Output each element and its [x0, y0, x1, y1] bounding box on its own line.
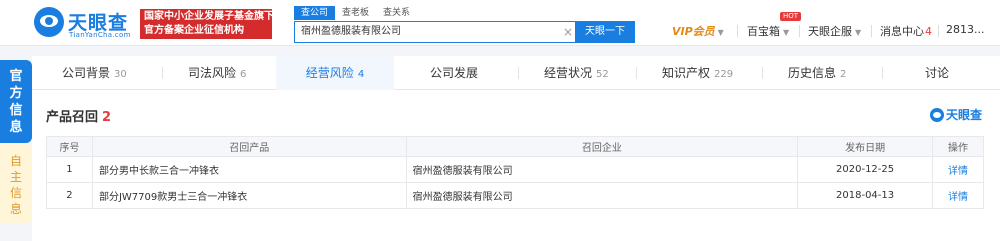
table-row: 2 部分JW7709款男士三合一冲锋衣 宿州盈德服装有限公司 2018-04-1… [46, 182, 984, 209]
table-row: 1 部分男中长款三合一冲锋衣 宿州盈德服装有限公司 2020-12-25 详情 [46, 156, 984, 183]
banner-line-2: 官方备案企业征信机构 [144, 25, 244, 36]
message-count-badge: 4 [925, 25, 932, 38]
site-logo[interactable]: 天眼查 TianYanCha.com [34, 7, 134, 39]
column-header-enterprise: 召回企业 [405, 136, 799, 157]
brand-watermark: 天眼查 [929, 104, 982, 122]
tab-count: 229 [714, 69, 734, 80]
tab-divider [762, 67, 763, 79]
tab-divider [518, 67, 519, 79]
logo-url: TianYanCha.com [69, 31, 131, 39]
tab-label: 讨论 [925, 66, 950, 80]
side-tab-self-info[interactable]: 自主信息 [0, 143, 32, 223]
column-header-no: 序号 [46, 136, 93, 157]
tab-count: 2 [840, 69, 847, 80]
cell-no: 1 [46, 156, 93, 183]
tab-label: 司法风险 [188, 66, 237, 80]
qiye-service-menu[interactable]: 天眼企服 ▼ [808, 23, 861, 39]
tab-operating-risk[interactable]: 经营风险 4 [276, 56, 394, 90]
tab-label: 经营风险 [305, 66, 354, 80]
section-title: 产品召回 2 [46, 106, 111, 125]
column-header-date: 发布日期 [797, 136, 934, 157]
search-tab-boss[interactable]: 查老板 [335, 6, 376, 20]
nav-divider [938, 25, 939, 37]
cell-product: 部分JW7709款男士三合一冲锋衣 [91, 182, 407, 209]
section-count: 2 [102, 110, 112, 125]
nav-divider [799, 25, 800, 37]
search-button[interactable]: 天眼一下 [575, 21, 635, 43]
clear-icon[interactable]: × [561, 24, 575, 40]
search-tab-company[interactable]: 查公司 [294, 6, 336, 20]
search-tab-relation[interactable]: 查关系 [376, 6, 417, 20]
tab-intellectual-property[interactable]: 知识产权 229 [662, 56, 733, 90]
detail-link[interactable]: 详情 [948, 166, 968, 177]
tab-label: 公司背景 [62, 66, 111, 80]
tab-company-background[interactable]: 公司背景 30 [62, 56, 127, 90]
brand-text: 天眼查 [945, 108, 982, 122]
cell-no: 2 [46, 182, 93, 209]
table-header-row: 序号 召回产品 召回企业 发布日期 操作 [46, 136, 984, 157]
qiye-label: 天眼企服 [808, 25, 852, 38]
cell-product: 部分男中长款三合一冲锋衣 [91, 156, 407, 183]
message-label: 消息中心 [880, 25, 924, 38]
user-account-menu[interactable]: 2813... [946, 23, 984, 36]
tab-count: 6 [240, 69, 247, 80]
eye-logo-icon [34, 7, 64, 37]
tab-label: 公司发展 [430, 66, 479, 80]
tab-count: 4 [357, 69, 365, 80]
detail-link[interactable]: 详情 [948, 192, 968, 203]
side-tab-official-info[interactable]: 官方信息 [0, 60, 32, 143]
nav-divider [871, 25, 872, 37]
certification-banner: 国家中小企业发展子基金旗下 官方备案企业征信机构 [140, 9, 274, 39]
tab-count: 30 [114, 69, 127, 80]
tab-business-status[interactable]: 经营状况 52 [544, 56, 609, 90]
column-header-action: 操作 [932, 136, 984, 157]
cell-enterprise: 宿州盈德服装有限公司 [405, 182, 799, 209]
eye-logo-icon [929, 107, 944, 122]
baibaoxiang-menu[interactable]: 百宝箱 ▼ [747, 23, 789, 39]
side-tab-self-label: 自主信息 [9, 154, 22, 216]
tab-judicial-risk[interactable]: 司法风险 6 [188, 56, 246, 90]
section-title-text: 产品召回 [46, 110, 99, 125]
tab-divider [882, 67, 883, 79]
product-recall-table: 序号 召回产品 召回企业 发布日期 操作 1 部分男中长款三合一冲锋衣 宿州盈德… [46, 136, 984, 209]
cell-date: 2018-04-13 [797, 182, 934, 209]
main-panel: 公司背景 30 司法风险 6 经营风险 4 公司发展 经营状况 52 知识产权 229 历… [32, 56, 1000, 241]
cell-action: 详情 [932, 156, 984, 183]
tab-divider [162, 67, 163, 79]
tab-count: 52 [596, 69, 609, 80]
tab-divider [636, 67, 637, 79]
cell-action: 详情 [932, 182, 984, 209]
tab-label: 知识产权 [662, 66, 711, 80]
tab-company-development[interactable]: 公司发展 [430, 56, 478, 90]
hot-badge: HOT [780, 12, 802, 21]
message-center-link[interactable]: 消息中心4 [880, 23, 932, 39]
chevron-down-icon: ▼ [783, 28, 790, 37]
tab-discussion[interactable]: 讨论 [925, 56, 949, 90]
tab-history-info[interactable]: 历史信息 2 [788, 56, 846, 90]
cell-date: 2020-12-25 [797, 156, 934, 183]
vip-label: VIP会员 [672, 25, 715, 38]
banner-line-1: 国家中小企业发展子基金旗下 [144, 11, 274, 22]
search-type-tabs: 查公司 查老板 查关系 [294, 6, 417, 20]
cell-enterprise: 宿州盈德服装有限公司 [405, 156, 799, 183]
column-header-product: 召回产品 [91, 136, 407, 157]
nav-divider [737, 25, 738, 37]
chevron-down-icon: ▼ [717, 28, 724, 37]
baibaoxiang-label: 百宝箱 [747, 25, 780, 38]
chevron-down-icon: ▼ [855, 28, 862, 37]
top-header: 天眼查 TianYanCha.com 国家中小企业发展子基金旗下 官方备案企业征… [0, 0, 1000, 46]
side-tab-official-label: 官方信息 [9, 69, 23, 135]
vip-menu[interactable]: VIP会员 ▼ [672, 23, 724, 39]
tab-label: 历史信息 [788, 66, 837, 80]
search-input[interactable]: 宿州盈德服装有限公司 [294, 21, 576, 43]
category-tabbar: 公司背景 30 司法风险 6 经营风险 4 公司发展 经营状况 52 知识产权 229 历… [32, 56, 1000, 90]
tab-label: 经营状况 [544, 66, 593, 80]
